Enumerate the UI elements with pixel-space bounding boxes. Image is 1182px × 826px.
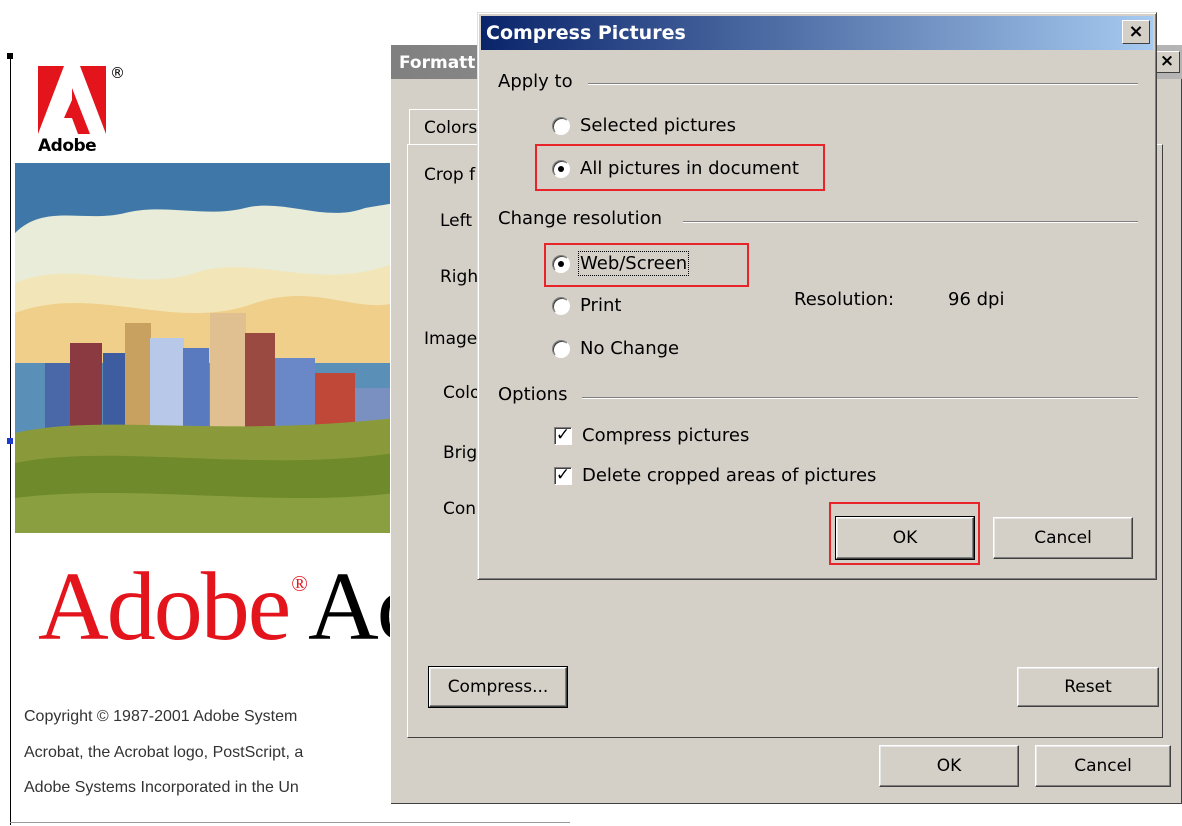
contrast-label: Con xyxy=(443,499,477,519)
checkbox-icon[interactable]: ✓ xyxy=(554,466,572,485)
checkbox-compress-pictures[interactable]: ✓ Compress pictures xyxy=(554,425,749,446)
reset-button[interactable]: Reset xyxy=(1017,667,1159,707)
resolution-value: 96 dpi xyxy=(948,289,1005,310)
group-divider xyxy=(582,397,1138,399)
compress-dialog-title[interactable]: Compress Pictures xyxy=(481,16,1153,50)
copyright-line: Acrobat, the Acrobat logo, PostScript, a xyxy=(24,744,304,761)
selection-handle[interactable] xyxy=(7,53,13,59)
adobe-brand-title: Adobe®Ac xyxy=(38,558,420,656)
radio-label: No Change xyxy=(580,338,680,359)
color-label: Colo xyxy=(443,383,481,403)
change-resolution-heading: Change resolution xyxy=(498,208,662,229)
registered-mark: ® xyxy=(291,571,308,596)
radio-print[interactable]: Print xyxy=(552,295,621,316)
crop-from-label: Crop f xyxy=(424,165,476,185)
group-divider xyxy=(683,221,1138,223)
copyright-line: Adobe Systems Incorporated in the Un xyxy=(24,779,299,796)
brightness-label: Brig xyxy=(443,443,478,463)
radio-label: Selected pictures xyxy=(580,115,736,136)
format-ok-button[interactable]: OK xyxy=(879,745,1019,787)
group-divider xyxy=(588,83,1138,85)
checkbox-label: Delete cropped areas of pictures xyxy=(582,465,877,486)
compress-cancel-button[interactable]: Cancel xyxy=(993,517,1133,559)
left-label: Left xyxy=(440,211,472,231)
highlight-web-screen xyxy=(544,243,749,287)
copyright-line: Copyright © 1987-2001 Adobe System xyxy=(24,708,298,725)
radio-selected-pictures[interactable]: Selected pictures xyxy=(552,115,736,136)
document-bottom-border xyxy=(10,822,570,823)
close-icon[interactable]: × xyxy=(1154,51,1180,73)
highlight-all-pictures xyxy=(535,144,825,191)
radio-no-change[interactable]: No Change xyxy=(552,338,679,359)
compress-button[interactable]: Compress... xyxy=(428,666,568,708)
radio-label: Print xyxy=(580,295,622,316)
apply-to-heading: Apply to xyxy=(498,71,573,92)
radio-icon[interactable] xyxy=(552,339,570,358)
image-control-label: Image xyxy=(424,329,478,349)
options-heading: Options xyxy=(498,384,568,405)
compress-pictures-dialog: Compress Pictures × Apply to Selected pi… xyxy=(477,12,1157,580)
registered-mark: ® xyxy=(110,64,125,82)
adobe-logo-text: Adobe xyxy=(38,136,97,156)
checkbox-delete-cropped[interactable]: ✓ Delete cropped areas of pictures xyxy=(554,465,876,486)
selection-handle[interactable] xyxy=(7,438,13,444)
resolution-label: Resolution: xyxy=(794,289,895,310)
checkbox-icon[interactable]: ✓ xyxy=(554,426,572,445)
format-cancel-button[interactable]: Cancel xyxy=(1035,745,1171,787)
brand-word: Adobe xyxy=(38,553,291,661)
close-icon[interactable]: × xyxy=(1122,20,1150,44)
splash-image xyxy=(15,163,395,533)
highlight-ok-button xyxy=(829,502,980,565)
checkbox-label: Compress pictures xyxy=(582,425,750,446)
radio-icon[interactable] xyxy=(552,296,570,315)
adobe-logo-icon xyxy=(38,66,110,134)
radio-icon[interactable] xyxy=(552,116,570,135)
